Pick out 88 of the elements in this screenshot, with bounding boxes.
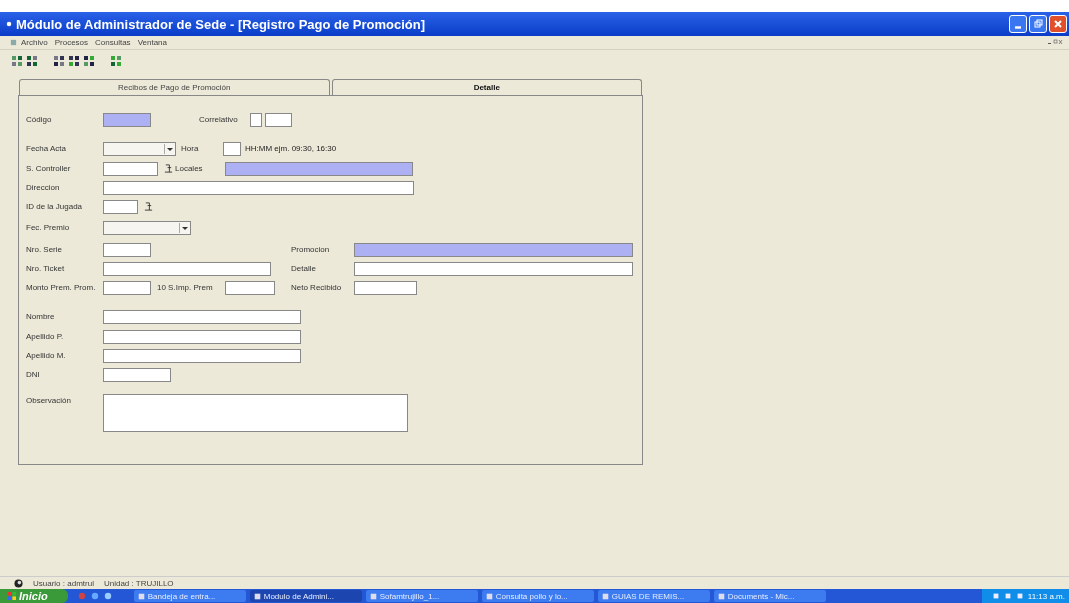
window-controls-icon[interactable] [1047, 39, 1063, 45]
minimize-button[interactable] [1009, 15, 1027, 33]
taskbar-button[interactable]: Modulo de Admini... [249, 590, 362, 602]
close-icon [1053, 19, 1063, 29]
input-field[interactable] [265, 113, 292, 127]
text-area[interactable] [103, 394, 408, 432]
status-unit: Unidad : TRUJILLO [103, 578, 174, 588]
field-label: Apellido M. [26, 350, 67, 362]
taskbar-button[interactable]: Consulta pollo y lo... [481, 590, 594, 602]
field-label: Neto Recibido [291, 282, 343, 294]
field-label: Código [26, 114, 53, 126]
field-label: Nombre [26, 311, 56, 323]
input-field[interactable] [103, 113, 151, 127]
field-label: Apellido P. [26, 331, 65, 343]
input-field[interactable] [354, 281, 417, 295]
toolbar-icon[interactable] [11, 55, 23, 67]
window-icon [137, 592, 145, 600]
field-label: Nro. Ticket [26, 263, 66, 275]
input-field[interactable] [225, 162, 413, 176]
input-field[interactable] [103, 349, 301, 363]
input-field[interactable] [103, 330, 301, 344]
taskbar-button[interactable]: GUIAS DE REMIS... [597, 590, 710, 602]
tab[interactable]: Detalle [331, 79, 642, 95]
restore-icon [1033, 19, 1043, 29]
window-icon [369, 592, 377, 600]
field-label: Hora [181, 143, 200, 155]
input-field[interactable] [223, 142, 241, 156]
lookup-icon[interactable] [164, 164, 173, 173]
toolbar-icon[interactable] [83, 55, 95, 67]
taskbar-button[interactable]: Bandeja de entra... [133, 590, 246, 602]
field-label: Nro. Serie [26, 244, 63, 256]
dropdown-field[interactable] [103, 142, 176, 156]
taskbar-button[interactable]: Documents - Mic... [713, 590, 826, 602]
field-label: Correlativo [199, 114, 239, 126]
close-button[interactable] [1049, 15, 1067, 33]
input-field[interactable] [103, 200, 138, 214]
tab[interactable]: Recibos de Pago de Promoción [19, 79, 330, 95]
dropdown-field[interactable] [103, 221, 191, 235]
menu-item[interactable]: Procesos [54, 38, 89, 47]
field-label: Detalle [291, 263, 317, 275]
menu-item[interactable]: Consultas [95, 38, 131, 47]
start-button[interactable]: Inicio [0, 589, 68, 603]
taskbar-button[interactable]: Sofamtrujillo_1... [365, 590, 478, 602]
field-label: DNI [26, 369, 41, 381]
document-icon [10, 39, 17, 46]
window-icon [601, 592, 609, 600]
status-user: Usuario : admtrul [33, 578, 94, 588]
minimize-icon [1015, 25, 1021, 29]
field-label: Fec. Premio [26, 222, 71, 234]
input-field[interactable] [103, 368, 171, 382]
window-title: Módulo de Administrador de Sede - [Registro Pago de Promoción] [16, 16, 426, 32]
window-icon [485, 592, 493, 600]
window-icon [253, 592, 261, 600]
dropdown-arrow-icon[interactable] [179, 223, 189, 233]
field-label: Promocion [291, 244, 331, 256]
field-label: Monto Prem. Prom. [26, 282, 97, 294]
menu-item[interactable]: Archivo [21, 38, 48, 47]
field-label: Locales [175, 163, 204, 175]
input-field[interactable] [225, 281, 275, 295]
field-label: Fecha Acta [26, 143, 68, 155]
field-label: S. Controller [26, 163, 72, 175]
input-field[interactable] [103, 162, 158, 176]
dropdown-arrow-icon[interactable] [164, 144, 174, 154]
lookup-icon[interactable] [144, 202, 153, 211]
input-field[interactable] [250, 113, 262, 127]
app-icon [6, 21, 12, 27]
input-field[interactable] [103, 281, 151, 295]
windows-logo-icon [8, 592, 16, 600]
field-label: Observación [26, 395, 72, 407]
field-label: ID de la Jugada [26, 201, 84, 213]
restore-button[interactable] [1029, 15, 1047, 33]
toolbar-icon[interactable] [53, 55, 65, 67]
input-field[interactable] [103, 181, 414, 195]
toolbar-icon[interactable] [68, 55, 80, 67]
field-label: 10 S.Imp. Prem [157, 282, 214, 294]
input-field[interactable] [103, 243, 151, 257]
clock: 11:13 a.m. [1027, 591, 1065, 601]
input-field[interactable] [354, 262, 633, 276]
field-label: Direccion [26, 182, 61, 194]
input-field[interactable] [103, 262, 271, 276]
hint-text: HH:MM ejm. 09:30, 16:30 [245, 143, 337, 155]
input-field[interactable] [103, 310, 301, 324]
user-icon [14, 578, 23, 588]
toolbar-icon[interactable] [110, 55, 122, 67]
menu-item[interactable]: Ventana [137, 38, 167, 47]
window-icon [717, 592, 725, 600]
toolbar-icon[interactable] [26, 55, 38, 67]
input-field[interactable] [354, 243, 633, 257]
